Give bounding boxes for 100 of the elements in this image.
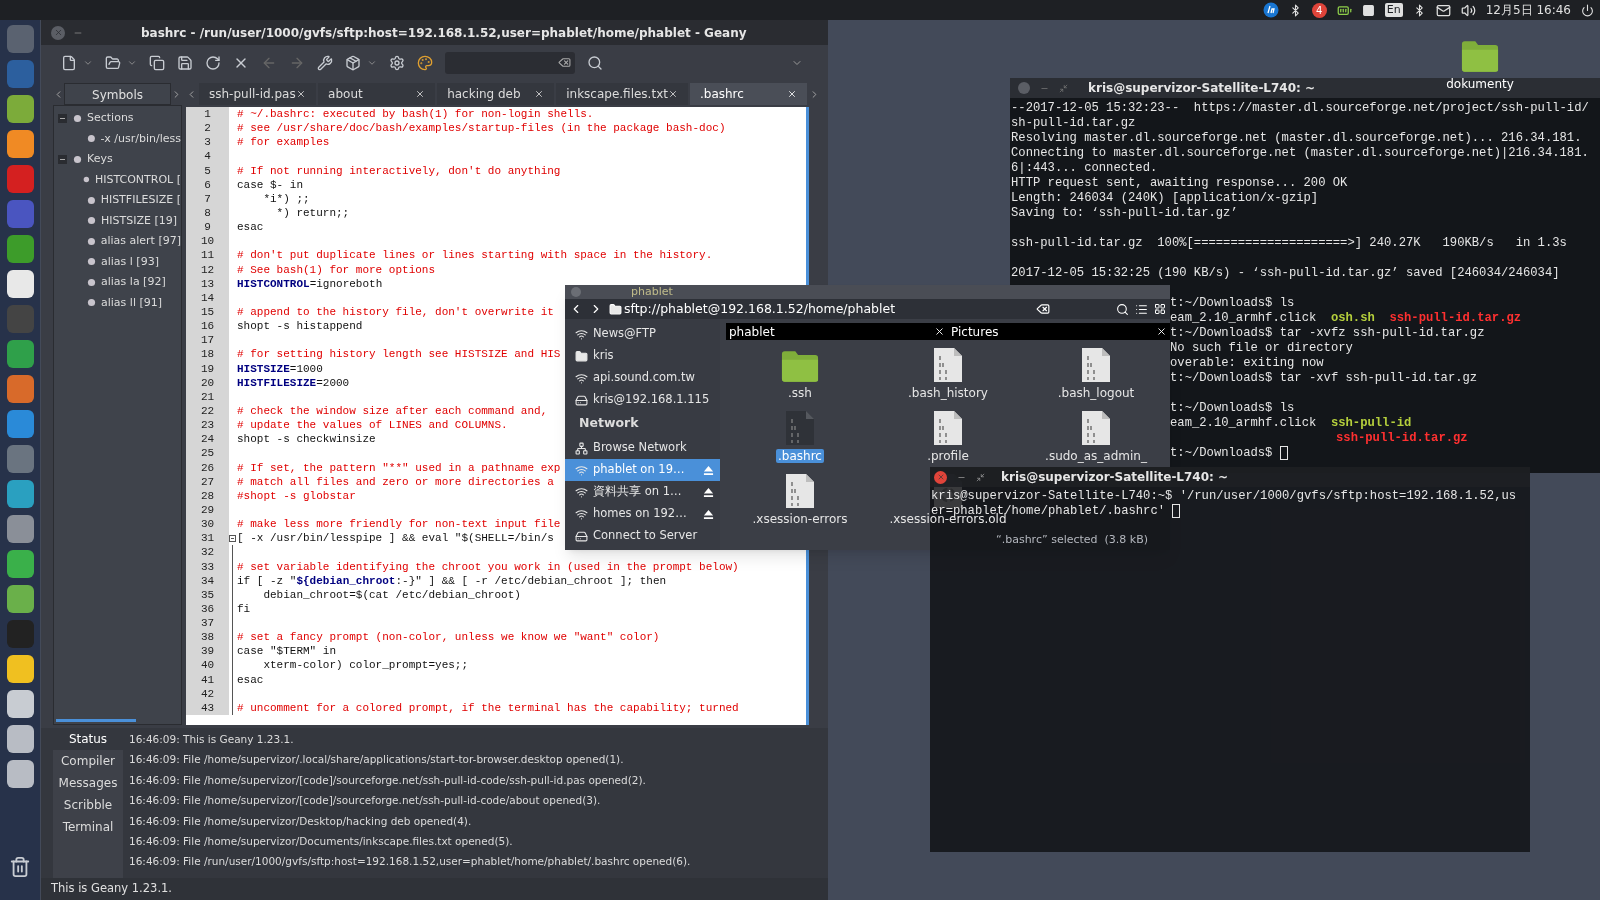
code-text: *) return;; — [275, 207, 350, 219]
wifi-icon — [575, 507, 588, 521]
expander-icon[interactable] — [58, 154, 67, 164]
place-item[interactable]: kris@192.168.1.115 — [565, 389, 720, 411]
terminal-text: Length: 246034 (240K) [application/x-gzip] — [1011, 191, 1319, 206]
package-icon[interactable] — [345, 54, 361, 71]
editor-tab[interactable]: .bashrc — [689, 83, 807, 105]
app-launcher-icon[interactable] — [6, 585, 34, 613]
app-launcher-icon[interactable] — [6, 550, 34, 578]
place-item[interactable]: api.sound.com.tw — [565, 367, 720, 389]
app-launcher-icon[interactable] — [6, 95, 34, 123]
new-file-icon[interactable] — [61, 54, 77, 71]
close-icon[interactable] — [667, 89, 678, 99]
tree-item[interactable]: alias la [92] — [101, 274, 166, 291]
mail-icon[interactable] — [1435, 2, 1451, 18]
desktop-icon-label[interactable]: dokumenty — [1446, 75, 1514, 93]
place-item[interactable]: kris — [565, 345, 720, 367]
editor-tab[interactable]: hacking deb — [437, 83, 555, 105]
app-launcher-icon[interactable] — [6, 760, 34, 788]
editor-tab[interactable]: about — [318, 83, 436, 105]
folder-tab[interactable]: Pictures — [948, 323, 1170, 340]
close-icon[interactable] — [534, 89, 545, 99]
place-item[interactable]: homes on 192… — [565, 503, 720, 525]
place-item[interactable]: Connect to Server — [565, 525, 720, 547]
tree-item[interactable]: alias ll [91] — [101, 294, 162, 311]
tree-item[interactable]: alias l [93] — [101, 253, 159, 270]
message-tab[interactable]: Status — [53, 728, 123, 750]
sidebar-tab[interactable]: Symbols — [64, 83, 171, 105]
code-text: # If set, the pattern "**" used in a pathname exp — [237, 461, 561, 474]
message-tab[interactable]: Compiler — [53, 750, 123, 772]
line-number: 17 — [186, 333, 229, 348]
log-message: 16:46:09: File /home/supervizor/[code]/sourceforge.net/ssh-pull-id-code/ssh-pull-id.pas opened(2). — [129, 772, 647, 788]
app-launcher-icon[interactable] — [6, 655, 34, 683]
open-folder-icon[interactable] — [105, 54, 121, 71]
app-launcher-icon[interactable] — [6, 270, 34, 298]
notification-badge[interactable]: 4 — [1311, 2, 1327, 18]
tree-item[interactable]: alias alert [97] — [100, 233, 181, 250]
save-icon[interactable] — [177, 54, 193, 71]
file-name[interactable]: .sudo_as_admin_ — [1043, 449, 1149, 463]
settings-icon[interactable] — [389, 54, 405, 71]
line-number: 38 — [186, 630, 229, 645]
reload-icon[interactable] — [205, 54, 221, 71]
code-text: if [ -z " — [237, 574, 297, 587]
tree-item[interactable]: HISTFILESIZE [ — [100, 192, 181, 209]
line-number: 1 — [186, 107, 229, 122]
symbol-icon — [73, 113, 82, 123]
clock[interactable]: 12月5日 16:46 — [1485, 1, 1571, 19]
editor-tab[interactable]: ssh-pull-id.pas — [199, 83, 317, 105]
grid-view-icon[interactable] — [1154, 303, 1166, 315]
clear-icon[interactable] — [558, 56, 571, 69]
fold-icon[interactable] — [229, 534, 236, 542]
file-name[interactable]: .bash_logout — [1055, 386, 1137, 400]
terminal-text: Connecting to master.dl.sourceforge.net (master.dl.sourceforge.net)|216.34.181. — [1011, 146, 1589, 161]
list-view-icon[interactable] — [1135, 302, 1148, 316]
editor-tab[interactable]: inkscape.files.txt — [556, 83, 688, 105]
file-name[interactable]: .xsession-errors — [750, 512, 850, 526]
trash-icon[interactable] — [9, 854, 31, 880]
app-launcher-icon[interactable] — [6, 480, 34, 508]
code-text: xterm-color) color_prompt=yes;; — [262, 659, 469, 672]
palette-icon[interactable] — [417, 54, 433, 71]
eject-icon[interactable] — [703, 508, 714, 520]
close-icon[interactable] — [934, 326, 945, 337]
volume-icon[interactable] — [1460, 2, 1476, 18]
restore-icon[interactable] — [976, 472, 985, 482]
tree-item[interactable]: Sections — [87, 110, 134, 127]
copy-icon[interactable] — [149, 54, 165, 71]
message-tab[interactable]: Messages — [53, 772, 123, 794]
tree-item[interactable]: -x /usr/bin/less — [100, 130, 181, 147]
square-icon[interactable] — [1361, 3, 1375, 17]
message-tab[interactable]: Terminal — [53, 816, 123, 838]
eject-icon[interactable] — [703, 486, 714, 498]
tree-item[interactable]: Keys — [87, 151, 113, 168]
search-icon[interactable] — [1116, 302, 1129, 316]
file-name[interactable]: .profile — [925, 449, 971, 463]
file-name[interactable]: .ssh — [786, 386, 814, 400]
close-icon[interactable] — [787, 89, 797, 99]
expander-icon[interactable] — [58, 113, 67, 123]
place-item[interactable]: News@FTP — [565, 323, 720, 345]
place-item[interactable]: Browse Network — [565, 437, 720, 459]
place-item[interactable]: 資料共享 on 1… — [565, 481, 720, 503]
folder-icon[interactable] — [1461, 40, 1499, 73]
wrench-icon[interactable] — [317, 54, 333, 71]
clear-icon[interactable] — [1036, 302, 1050, 316]
app-launcher-icon[interactable] — [6, 690, 34, 718]
close-icon[interactable] — [296, 89, 307, 99]
folder-icon — [575, 349, 588, 363]
terminal-text: t:~/Downloads$ — [1170, 446, 1273, 461]
search-icon[interactable] — [587, 54, 603, 71]
message-tab[interactable]: Scribble — [53, 794, 123, 816]
tree-item[interactable]: HISTSIZE [19] — [101, 212, 177, 229]
keyboard-layout-indicator[interactable]: En — [1384, 3, 1403, 17]
file-name[interactable]: .bash_history — [906, 386, 990, 400]
search-field[interactable] — [445, 51, 575, 74]
tree-item[interactable]: HISTCONTROL [ — [94, 171, 181, 188]
app-launcher-icon[interactable] — [6, 130, 34, 158]
close-icon[interactable] — [415, 89, 426, 99]
close-icon[interactable] — [1156, 326, 1167, 337]
app-launcher-icon[interactable] — [6, 725, 34, 753]
power-icon[interactable] — [1581, 3, 1594, 17]
folder-tab[interactable]: phablet — [726, 323, 948, 340]
